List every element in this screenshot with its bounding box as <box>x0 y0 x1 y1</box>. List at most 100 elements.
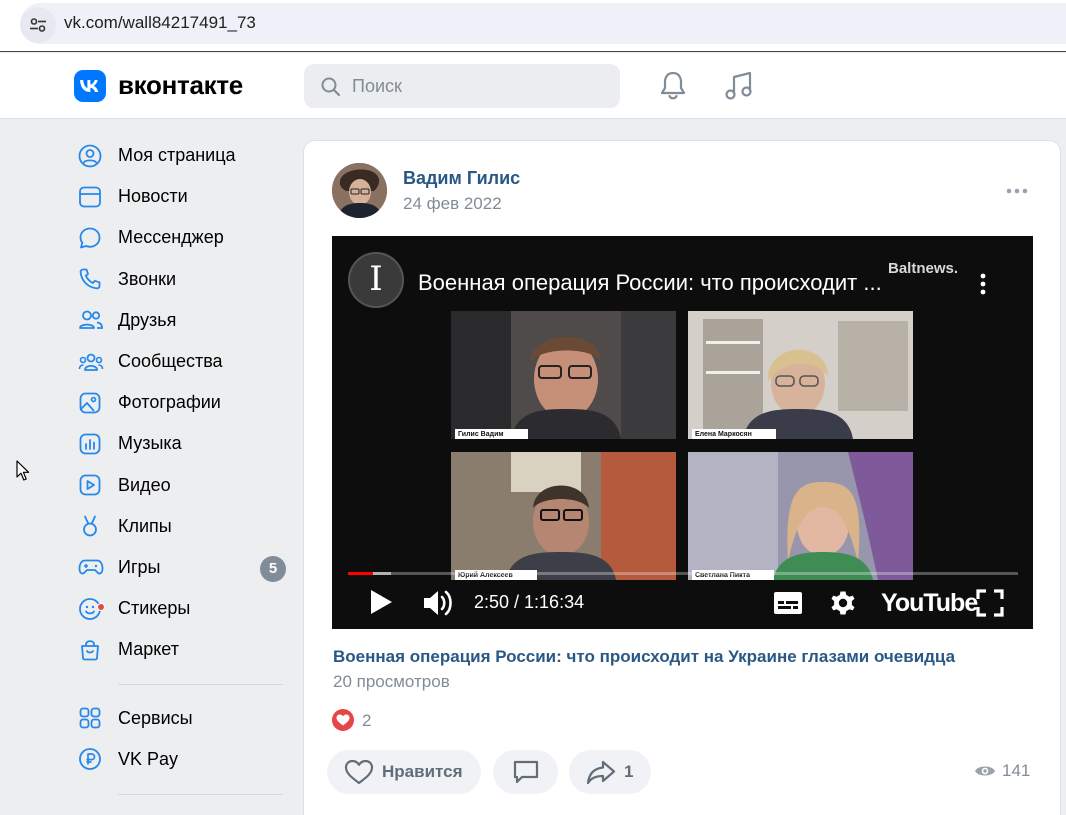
sidebar-item-label: Сервисы <box>118 707 193 728</box>
sidebar-item-label: Клипы <box>118 515 172 536</box>
sidebar-item-games[interactable]: Игры 5 <box>74 547 290 588</box>
video-views: 20 просмотров <box>333 672 450 691</box>
post-card: Вадим Гилис 24 фев 2022 Гилис Вадим Елен… <box>303 140 1061 815</box>
share-count: 1 <box>624 762 634 781</box>
sidebar-item-label: Мессенджер <box>118 227 224 248</box>
share-arrow-icon <box>586 760 616 785</box>
video-timecode: 2:50 / 1:16:34 <box>474 592 585 612</box>
reactions-count[interactable]: 2 <box>362 711 371 731</box>
fullscreen-icon[interactable] <box>976 589 1004 617</box>
heart-outline-icon <box>344 759 374 785</box>
friends-icon <box>79 310 103 330</box>
clips-icon <box>83 515 97 537</box>
play-icon[interactable] <box>368 588 394 616</box>
comment-button[interactable] <box>493 750 558 794</box>
channel-watermark: Baltnews. <box>888 260 959 277</box>
music-note-icon[interactable] <box>722 69 756 103</box>
participant-label: Гилис Вадим <box>455 429 528 439</box>
sidebar-item-label: Друзья <box>118 309 177 330</box>
sidebar-item-label: Игры <box>118 556 161 577</box>
more-options-icon[interactable] <box>1004 179 1030 203</box>
mouse-cursor-icon <box>16 460 30 481</box>
sidebar-item-vk-pay[interactable]: VK Pay <box>74 739 290 780</box>
communities-icon <box>78 353 104 371</box>
search-icon <box>321 77 341 97</box>
sidebar-item-services[interactable]: Сервисы <box>74 697 290 738</box>
url-text[interactable]: vk.com/wall84217491_73 <box>64 13 256 33</box>
sidebar-item-label: Сообщества <box>118 351 223 372</box>
settings-gear-icon[interactable] <box>829 589 857 617</box>
sidebar-item-clips[interactable]: Клипы <box>74 506 290 547</box>
sidebar-item-label: Моя страница <box>118 145 236 166</box>
search-input[interactable] <box>352 74 602 98</box>
comment-icon <box>513 760 538 784</box>
sidebar-divider <box>118 684 283 686</box>
tune-icon <box>30 18 46 32</box>
sidebar-item-label: Звонки <box>118 268 177 289</box>
video-title[interactable]: Военная операция России: что происходит … <box>418 270 882 296</box>
youtube-logo[interactable]: YouTube <box>881 589 978 618</box>
phone-icon <box>79 268 101 290</box>
photo-icon <box>79 392 101 414</box>
video-tile: Елена Маркосян <box>688 311 913 439</box>
music-icon <box>79 433 101 455</box>
sidebar-item-messenger[interactable]: Мессенджер <box>74 217 290 258</box>
sidebar-item-communities[interactable]: Сообщества <box>74 341 290 382</box>
sidebar-item-news[interactable]: Новости <box>74 176 290 217</box>
post-author-name[interactable]: Вадим Гилис <box>403 168 520 189</box>
post-date[interactable]: 24 фев 2022 <box>403 194 502 214</box>
post-view-count: 141 <box>1002 761 1031 780</box>
bell-icon[interactable] <box>656 69 690 103</box>
author-avatar[interactable] <box>332 163 387 218</box>
share-button[interactable]: 1 <box>569 750 651 794</box>
sidebar-item-photos[interactable]: Фотографии <box>74 382 290 423</box>
message-icon <box>79 227 101 249</box>
sidebar-item-label: Видео <box>118 474 171 495</box>
user-circle-icon <box>78 144 102 167</box>
browser-url-bar: vk.com/wall84217491_73 <box>0 0 1066 52</box>
sidebar-item-label: Фотографии <box>118 392 221 413</box>
video-link-title[interactable]: Военная операция России: что происходит … <box>333 647 955 667</box>
sidebar-item-music[interactable]: Музыка <box>74 423 290 464</box>
participant-label: Елена Маркосян <box>692 429 776 439</box>
heart-reaction-icon[interactable] <box>332 709 354 731</box>
subtitles-icon[interactable] <box>773 591 803 615</box>
sidebar-item-market[interactable]: Маркет <box>74 629 290 670</box>
sidebar-item-calls[interactable]: Звонки <box>74 259 290 300</box>
sidebar-item-friends[interactable]: Друзья <box>74 300 290 341</box>
video-icon <box>79 474 101 496</box>
sidebar-item-stickers[interactable]: Стикеры <box>74 588 290 629</box>
sidebar-item-label: Маркет <box>118 639 179 660</box>
video-tile: Юрий Алексеев <box>451 452 676 580</box>
vk-header: вконтакте <box>0 53 1066 119</box>
news-icon <box>79 186 101 208</box>
video-tile: Светлана Пикта <box>688 452 913 580</box>
search-box[interactable] <box>304 64 620 108</box>
vkpay-icon <box>79 748 101 771</box>
video-tile: Гилис Вадим <box>451 311 676 439</box>
like-button[interactable]: Нравится <box>327 750 481 794</box>
sidebar-item-label: VK Pay <box>118 748 179 769</box>
sidebar-item-label: Стикеры <box>118 598 191 619</box>
services-icon <box>79 707 101 729</box>
channel-avatar[interactable]: I <box>348 252 404 308</box>
gamepad-icon <box>78 560 104 575</box>
video-menu-icon[interactable] <box>976 272 990 296</box>
notification-dot <box>97 602 105 611</box>
sidebar-divider <box>118 793 283 795</box>
like-label: Нравится <box>382 762 463 781</box>
video-player[interactable]: Гилис Вадим Елена Маркосян Юрий Алексеев… <box>332 236 1033 629</box>
vk-logo-icon[interactable] <box>74 70 106 102</box>
brand-name[interactable]: вконтакте <box>118 70 243 101</box>
site-settings-button[interactable] <box>20 7 56 43</box>
eye-icon <box>975 766 995 776</box>
video-progress-bar[interactable] <box>348 572 1018 575</box>
sidebar-item-label: Новости <box>118 186 188 207</box>
sidebar-item-my-page[interactable]: Моя страница <box>74 135 290 176</box>
played-bar <box>348 572 373 575</box>
sidebar-item-video[interactable]: Видео <box>74 465 290 506</box>
volume-icon[interactable] <box>422 588 454 618</box>
sidebar-item-label: Музыка <box>118 433 182 454</box>
games-badge: 5 <box>260 555 286 582</box>
left-sidebar: Моя страница Новости Мессенджер Звонки Д… <box>74 135 290 807</box>
